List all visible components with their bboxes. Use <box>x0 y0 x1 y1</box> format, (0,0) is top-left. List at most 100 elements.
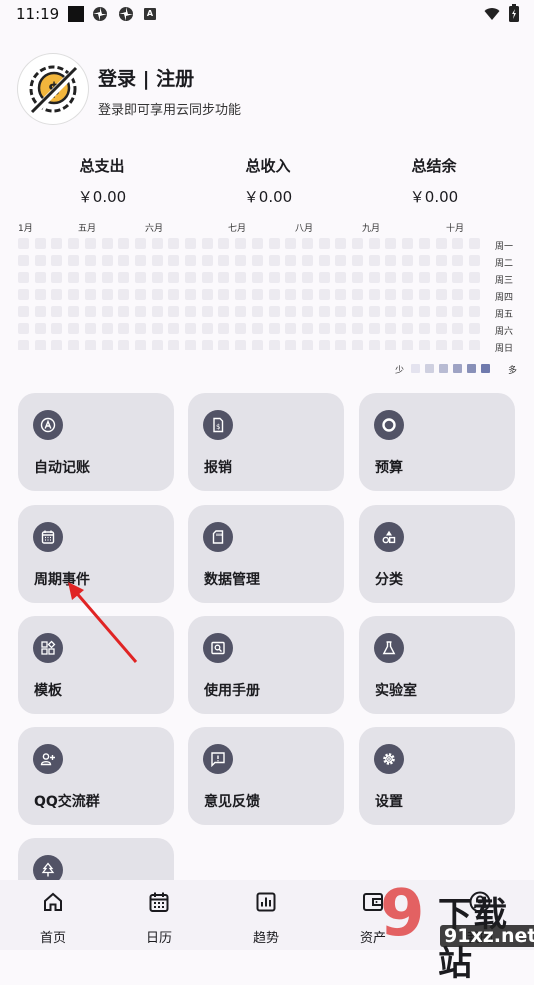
heatmap-cell <box>201 323 213 334</box>
heatmap-cell <box>352 289 363 300</box>
nav-label: 日历 <box>145 931 172 946</box>
data-management-button[interactable]: 数据管理 <box>188 505 344 603</box>
heatmap-cell <box>34 306 46 317</box>
status-bar: 11:19 A <box>0 0 534 30</box>
feature-label: 模板 <box>34 683 62 699</box>
heatmap-cell <box>335 272 347 283</box>
settings-button[interactable]: 设置 <box>359 727 515 825</box>
heatmap-cell <box>268 238 280 249</box>
heatmap-cell <box>235 255 247 266</box>
avatar[interactable]: $ <box>18 54 88 124</box>
feature-label: 设置 <box>375 794 403 810</box>
heatmap-cell <box>435 272 447 283</box>
heatmap-cell <box>285 306 297 317</box>
heatmap-cell <box>51 323 63 334</box>
heatmap-cell <box>218 340 230 350</box>
heatmap-cell <box>285 255 297 266</box>
heatmap-cell <box>335 289 347 300</box>
user-manual-button[interactable]: 使用手册 <box>188 616 344 714</box>
calendar-icon <box>149 892 169 912</box>
heatmap-cell <box>51 238 63 249</box>
heatmap-cell <box>452 238 464 249</box>
heatmap-cell <box>468 306 480 317</box>
heatmap-cell <box>101 238 113 249</box>
heatmap-cell <box>251 238 263 249</box>
feature-label: 周期事件 <box>34 572 90 588</box>
lab-button[interactable]: 实验室 <box>359 616 515 714</box>
heatmap-cell <box>51 272 63 283</box>
qq-group-button[interactable]: QQ交流群 <box>18 727 174 825</box>
heatmap-cell <box>201 289 213 300</box>
heatmap-cell <box>18 323 29 334</box>
heatmap-cell <box>385 272 397 283</box>
reimbursement-button[interactable]: $ 报销 <box>188 393 344 491</box>
heatmap-cell <box>468 238 480 249</box>
heatmap-cell <box>134 255 146 266</box>
nav-trend[interactable]: 趋势 <box>213 880 319 950</box>
heatmap-cell <box>118 272 130 283</box>
heatmap-cell <box>18 289 29 300</box>
heatmap-cell <box>18 238 29 249</box>
heatmap-cell <box>368 255 380 266</box>
heatmap-cell <box>185 340 196 350</box>
heatmap-cell <box>301 323 313 334</box>
add-person-icon <box>33 744 63 774</box>
login-register-link[interactable]: 登录 | 注册 <box>98 64 194 91</box>
heatmap-cell <box>335 255 347 266</box>
activity-heatmap[interactable]: 1月 五月 六月 七月 八月 九月 十月 周一 周二 周三 周四 周五 周六 周… <box>0 218 534 378</box>
login-subtitle: 登录即可享用云同步功能 <box>98 103 242 118</box>
heatmap-cell <box>435 340 447 350</box>
recurring-events-button[interactable]: 周期事件 <box>18 505 174 603</box>
heatmap-cell <box>268 306 280 317</box>
heatmap-cell <box>452 289 464 300</box>
auto-bookkeeping-button[interactable]: 自动记账 <box>18 393 174 491</box>
month-label: 七月 <box>228 224 247 234</box>
heatmap-cell <box>151 272 163 283</box>
heatmap-cell <box>34 289 46 300</box>
template-button[interactable]: 模板 <box>18 616 174 714</box>
heatmap-cell <box>318 323 330 334</box>
heatmap-cell <box>268 340 280 350</box>
heatmap-cell <box>452 340 464 350</box>
feature-label: 自动记账 <box>34 460 90 476</box>
budget-button[interactable]: 预算 <box>359 393 515 491</box>
heatmap-cell <box>301 255 313 266</box>
heatmap-cell <box>101 306 113 317</box>
feature-label: 分类 <box>375 572 403 588</box>
heatmap-cell <box>51 289 63 300</box>
heatmap-cell <box>268 255 280 266</box>
heatmap-cell <box>435 306 447 317</box>
weekday-label: 周六 <box>495 327 514 337</box>
nav-calendar[interactable]: 日历 <box>106 880 212 950</box>
nav-home[interactable]: 首页 <box>0 880 106 950</box>
heatmap-cell <box>101 255 113 266</box>
heatmap-cell <box>251 306 263 317</box>
heatmap-cell <box>185 272 196 283</box>
heatmap-cell <box>418 289 430 300</box>
heatmap-cell <box>251 289 263 300</box>
category-button[interactable]: 分类 <box>359 505 515 603</box>
nav-assets[interactable]: 资产 <box>320 880 426 950</box>
feature-label: 报销 <box>204 460 232 476</box>
nav-mine[interactable]: 我的 <box>427 880 533 950</box>
feedback-button[interactable]: 意见反馈 <box>188 727 344 825</box>
heatmap-cell <box>285 340 297 350</box>
heatmap-cell <box>385 255 397 266</box>
stat-label: 总结余 <box>411 157 457 175</box>
heatmap-cell <box>34 323 46 334</box>
heatmap-cell <box>435 289 447 300</box>
legend-box <box>453 364 462 373</box>
svg-text:$: $ <box>216 423 220 431</box>
nav-label: 资产 <box>359 931 386 946</box>
heatmap-cell <box>402 238 414 249</box>
weekday-label: 周三 <box>495 276 514 286</box>
heatmap-cell <box>301 340 313 350</box>
heatmap-cell <box>385 306 397 317</box>
heatmap-cell <box>101 272 113 283</box>
stat-value: ￥0.00 <box>77 188 127 206</box>
heatmap-cell <box>235 323 247 334</box>
heatmap-cell <box>402 323 414 334</box>
heatmap-cell <box>335 306 347 317</box>
heatmap-cell <box>34 272 46 283</box>
heatmap-cell <box>335 238 347 249</box>
